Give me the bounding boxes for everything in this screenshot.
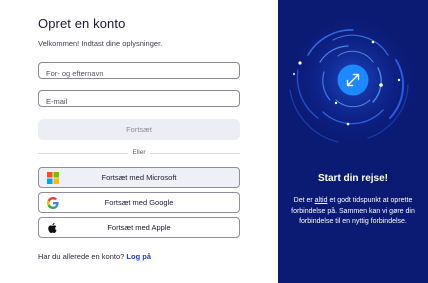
hero-panel: Start din rejse! Det er altid et godt ti… <box>278 0 428 283</box>
continue-button[interactable]: Fortsæt <box>38 119 240 140</box>
login-link[interactable]: Log på <box>126 252 151 261</box>
hero-text-emphasis: altid <box>314 197 328 204</box>
hero-text: Det er altid et godt tidspunkt at oprett… <box>288 196 418 228</box>
hero-title: Start din rejse! <box>317 173 389 184</box>
login-prompt: Har du allerede en konto? <box>38 252 125 261</box>
hero-text-start: Det er <box>293 197 315 204</box>
login-row: Har du allerede en konto? Log på <box>38 252 151 261</box>
divider-label: Eller <box>128 149 150 156</box>
page-subtitle: Velkommen! Indtast dine oplysninger. <box>38 39 163 48</box>
google-button-label: Fortsæt med Google <box>104 198 174 207</box>
continue-with-google-button[interactable]: Fortsæt med Google <box>38 192 240 213</box>
microsoft-button-label: Fortsæt med Microsoft <box>101 173 177 182</box>
full-name-input[interactable] <box>39 66 239 81</box>
page-title: Opret en konto <box>38 16 126 31</box>
email-input[interactable] <box>39 94 239 109</box>
continue-with-microsoft-button[interactable]: Fortsæt med Microsoft <box>38 167 240 188</box>
email-field[interactable] <box>38 90 240 109</box>
continue-with-apple-button[interactable]: Fortsæt med Apple <box>38 217 240 238</box>
signup-form-panel: Opret en konto Velkommen! Indtast dine o… <box>0 0 278 283</box>
full-name-field[interactable] <box>38 62 240 81</box>
apple-button-label: Fortsæt med Apple <box>107 223 171 232</box>
orbit-illustration <box>283 10 423 150</box>
